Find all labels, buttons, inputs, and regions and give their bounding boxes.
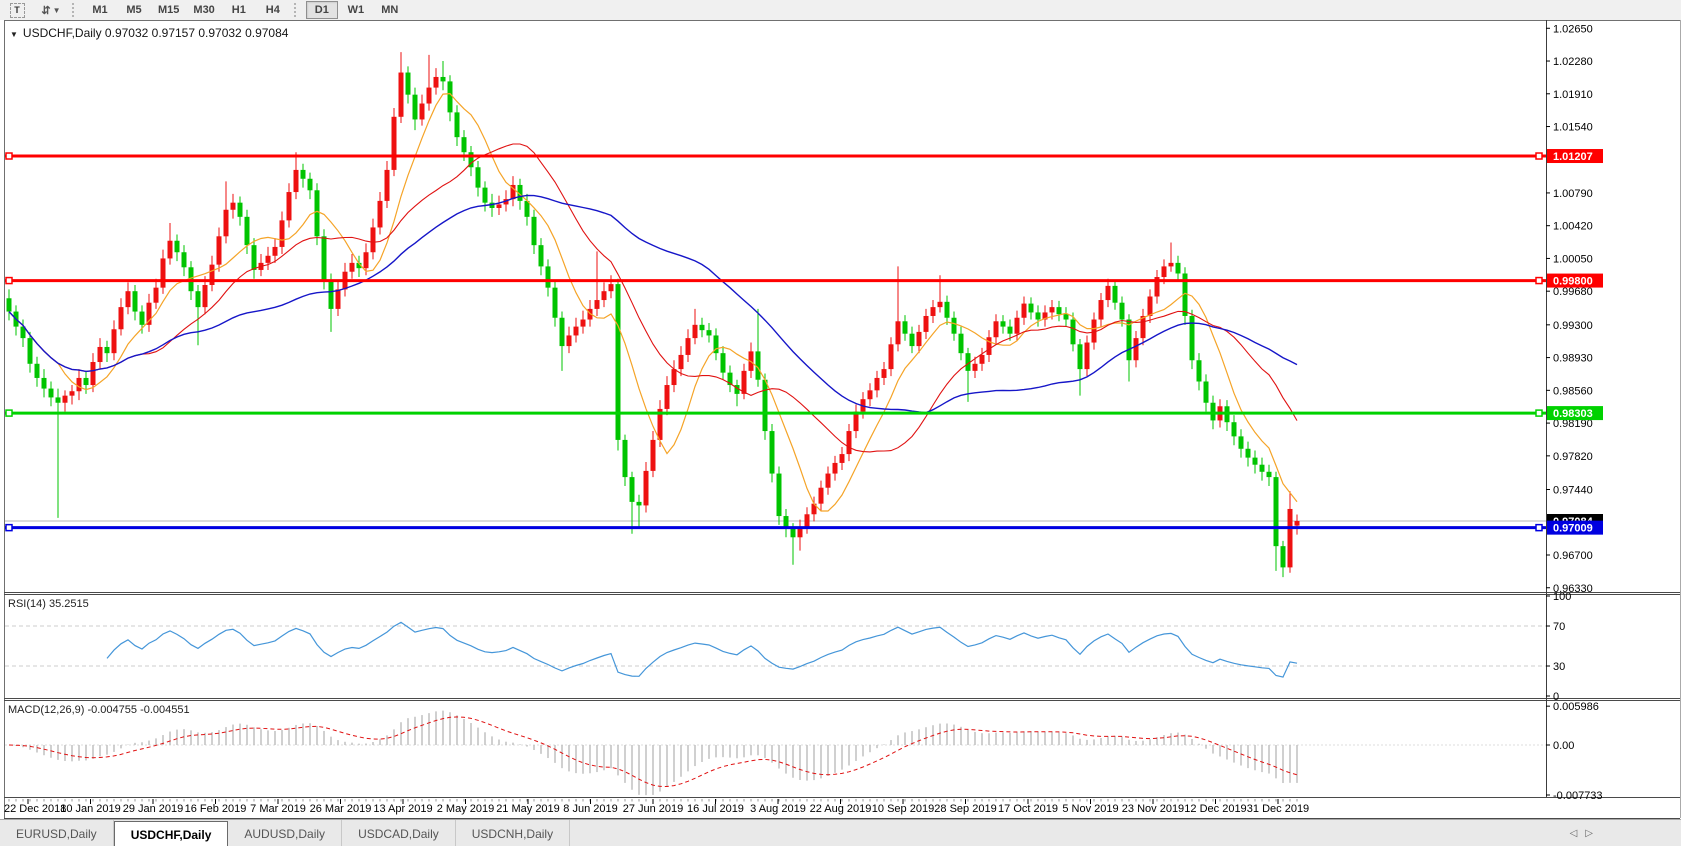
svg-text:7 Mar 2019: 7 Mar 2019 xyxy=(250,803,306,815)
svg-text:0.98930: 0.98930 xyxy=(1553,353,1593,365)
symbol-tab-bar: EURUSD,DailyUSDCHF,DailyAUDUSD,DailyUSDC… xyxy=(0,819,1681,846)
svg-text:0.98560: 0.98560 xyxy=(1553,385,1593,397)
svg-text:0.97820: 0.97820 xyxy=(1553,451,1593,463)
svg-text:28 Sep 2019: 28 Sep 2019 xyxy=(934,803,996,815)
svg-text:16 Feb 2019: 16 Feb 2019 xyxy=(185,803,247,815)
svg-text:2 May 2019: 2 May 2019 xyxy=(437,803,494,815)
tab-usdcnh[interactable]: USDCNH,Daily xyxy=(456,820,570,846)
terminal-window: { "toolbar": { "text_tool_label": "T", "… xyxy=(0,0,1681,846)
tab-scroll-right-icon[interactable]: ▷ xyxy=(1585,828,1593,839)
svg-text:0.97440: 0.97440 xyxy=(1553,484,1593,496)
svg-text:29 Jan 2019: 29 Jan 2019 xyxy=(123,803,184,815)
svg-text:1.00420: 1.00420 xyxy=(1553,221,1593,233)
svg-text:0.97009: 0.97009 xyxy=(1553,523,1593,535)
text-tool-button[interactable]: T xyxy=(1,1,33,19)
svg-text:10 Sep 2019: 10 Sep 2019 xyxy=(872,803,934,815)
svg-text:5 Nov 2019: 5 Nov 2019 xyxy=(1062,803,1118,815)
svg-text:-0.007733: -0.007733 xyxy=(1553,790,1603,802)
price-chart-canvas[interactable]: 1.02650 1.02280 1.01910 1.01540 1.00790 1.004… xyxy=(0,20,1681,819)
chart-title: ▼USDCHF,Daily 0.97032 0.97157 0.97032 0.… xyxy=(10,26,288,40)
svg-text:1.01910: 1.01910 xyxy=(1553,89,1593,101)
svg-text:0.005986: 0.005986 xyxy=(1553,701,1599,713)
svg-text:21 May 2019: 21 May 2019 xyxy=(496,803,560,815)
timeframe-button-w1[interactable]: W1 xyxy=(340,1,372,19)
timeframe-button-m5[interactable]: M5 xyxy=(118,1,150,19)
toolbar-separator xyxy=(72,3,79,17)
svg-text:13 Apr 2019: 13 Apr 2019 xyxy=(373,803,432,815)
timeframe-button-mn[interactable]: MN xyxy=(374,1,406,19)
macd-indicator-label: MACD(12,26,9) -0.004755 -0.004551 xyxy=(8,704,190,716)
chevron-down-icon: ▼ xyxy=(53,6,61,15)
svg-text:0.96700: 0.96700 xyxy=(1553,550,1593,562)
svg-text:0.99800: 0.99800 xyxy=(1553,276,1593,288)
svg-text:100: 100 xyxy=(1553,591,1571,603)
sort-arrows-icon: ⇵ xyxy=(41,4,49,17)
svg-text:1.02280: 1.02280 xyxy=(1553,56,1593,68)
svg-text:10 Jan 2019: 10 Jan 2019 xyxy=(60,803,121,815)
svg-text:1.00790: 1.00790 xyxy=(1553,188,1593,200)
chart-window: 1.02650 1.02280 1.01910 1.01540 1.00790 1.004… xyxy=(0,20,1681,819)
text-tool-icon: T xyxy=(10,3,25,18)
tab-scroll-controls: ◁ ▷ xyxy=(1570,820,1681,846)
svg-text:26 Mar 2019: 26 Mar 2019 xyxy=(310,803,372,815)
svg-text:16 Jul 2019: 16 Jul 2019 xyxy=(687,803,744,815)
svg-text:1.01540: 1.01540 xyxy=(1553,122,1593,134)
svg-text:23 Nov 2019: 23 Nov 2019 xyxy=(1122,803,1184,815)
rsi-indicator-label: RSI(14) 35.2515 xyxy=(8,598,89,610)
svg-text:22 Aug 2019: 22 Aug 2019 xyxy=(810,803,872,815)
tab-audusd[interactable]: AUDUSD,Daily xyxy=(228,820,342,846)
timeframe-button-m1[interactable]: M1 xyxy=(84,1,116,19)
svg-text:0.00: 0.00 xyxy=(1553,740,1574,752)
svg-text:12 Dec 2019: 12 Dec 2019 xyxy=(1184,803,1246,815)
svg-text:31 Dec 2019: 31 Dec 2019 xyxy=(1247,803,1309,815)
svg-text:3 Aug 2019: 3 Aug 2019 xyxy=(750,803,806,815)
svg-text:22 Dec 2018: 22 Dec 2018 xyxy=(4,803,66,815)
svg-text:1.02650: 1.02650 xyxy=(1553,23,1593,35)
tab-scroll-left-icon[interactable]: ◁ xyxy=(1570,828,1578,839)
timeframe-button-d1[interactable]: D1 xyxy=(306,1,338,19)
tab-usdchf[interactable]: USDCHF,Daily xyxy=(114,821,229,846)
svg-text:8 Jun 2019: 8 Jun 2019 xyxy=(563,803,617,815)
svg-text:17 Oct 2019: 17 Oct 2019 xyxy=(998,803,1058,815)
svg-text:0.98303: 0.98303 xyxy=(1553,408,1593,420)
top-toolbar: T ⇵▼ M1M5M15M30H1H4D1W1MN xyxy=(0,0,1681,21)
toolbar-separator xyxy=(294,3,301,17)
svg-text:0.99680: 0.99680 xyxy=(1553,286,1593,298)
svg-text:27 Jun 2019: 27 Jun 2019 xyxy=(623,803,684,815)
svg-text:30: 30 xyxy=(1553,661,1565,673)
collapse-triangle-icon[interactable]: ▼ xyxy=(10,30,18,39)
arrange-arrows-button[interactable]: ⇵▼ xyxy=(35,1,67,19)
timeframe-button-m15[interactable]: M15 xyxy=(152,1,185,19)
tab-usdcad[interactable]: USDCAD,Daily xyxy=(342,820,456,846)
svg-text:70: 70 xyxy=(1553,621,1565,633)
timeframe-button-h4[interactable]: H4 xyxy=(257,1,289,19)
svg-text:0.99300: 0.99300 xyxy=(1553,320,1593,332)
timeframe-button-h1[interactable]: H1 xyxy=(223,1,255,19)
svg-text:1.00050: 1.00050 xyxy=(1553,253,1593,265)
svg-text:1.01207: 1.01207 xyxy=(1553,151,1593,163)
timeframe-button-m30[interactable]: M30 xyxy=(187,1,220,19)
tab-eurusd[interactable]: EURUSD,Daily xyxy=(0,820,114,846)
